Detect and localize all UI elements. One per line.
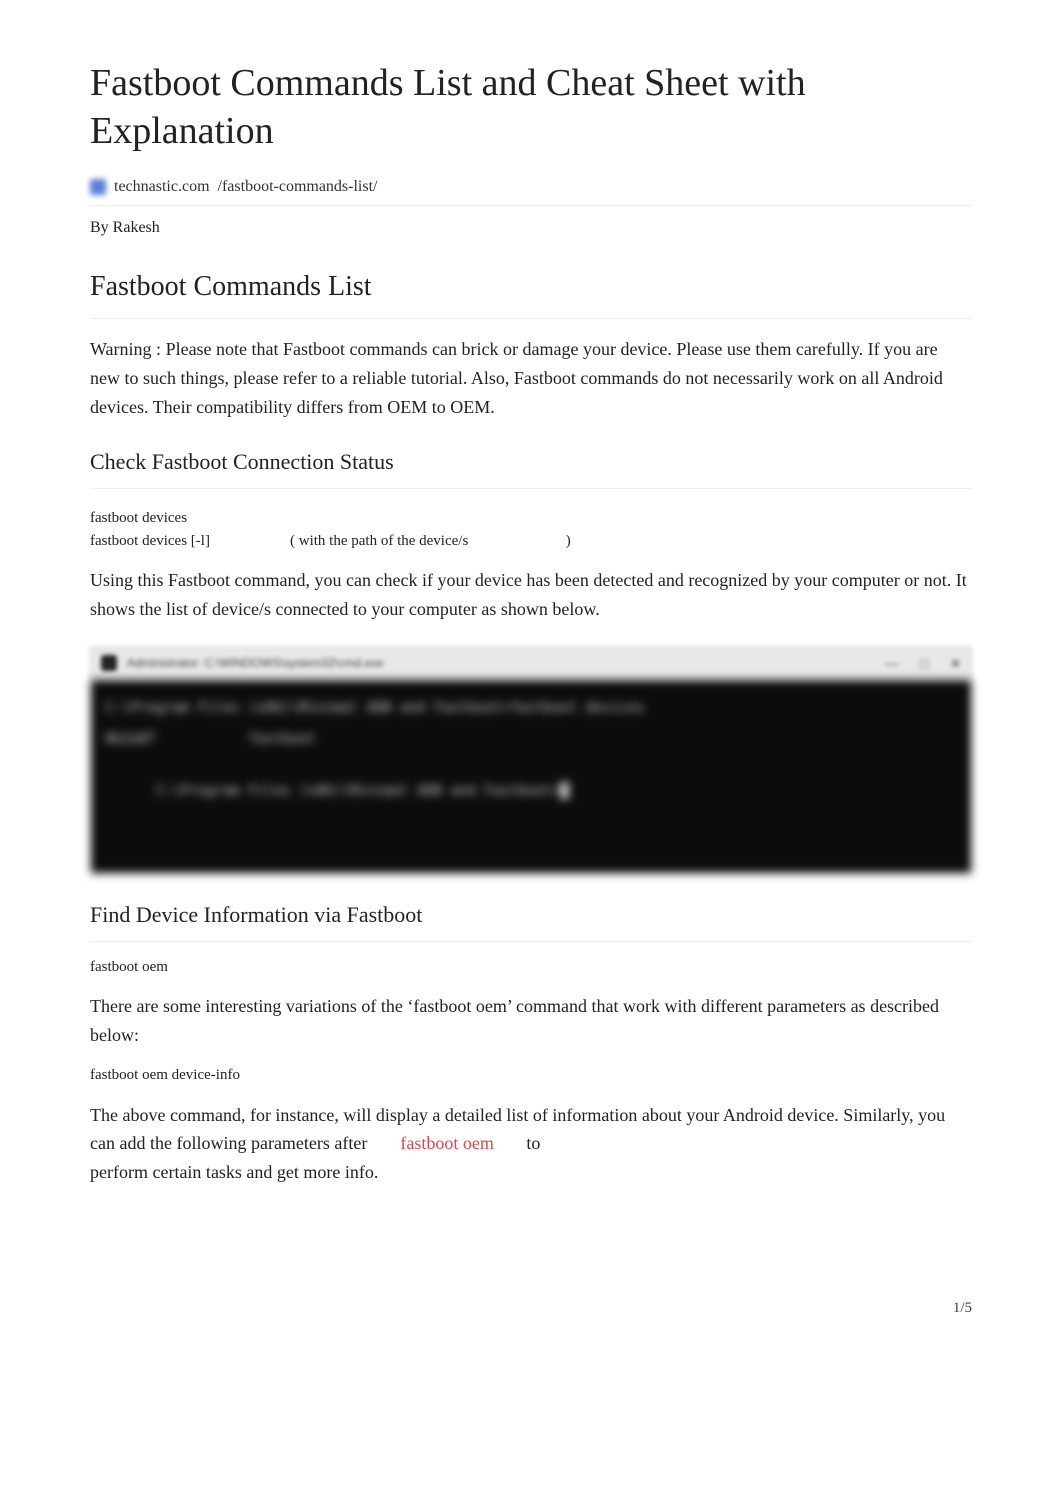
para3-text-c: perform certain tasks and get more info. bbox=[90, 1162, 378, 1182]
command-fastboot-oem: fastboot oem bbox=[90, 956, 972, 979]
cursor-icon bbox=[560, 782, 569, 799]
terminal-title: Administrator: C:\WINDOWS\system32\cmd.e… bbox=[127, 654, 875, 672]
para3-text-b: to bbox=[526, 1133, 540, 1153]
terminal-line-1: C:\Program Files (x86)\Minimal ADB and F… bbox=[105, 698, 957, 719]
inline-code-fastboot-oem: fastboot oem bbox=[400, 1133, 493, 1153]
minimize-icon[interactable]: — bbox=[885, 654, 898, 674]
source-row: technastic.com /fastboot-commands-list/ bbox=[90, 175, 972, 206]
page-number: 1/5 bbox=[90, 1297, 972, 1320]
command-note-close: ) bbox=[566, 533, 571, 549]
terminal-line-3: C:\Program Files (x86)\Minimal ADB and F… bbox=[105, 760, 957, 823]
command-block-1: fastboot devices fastboot devices [-l] (… bbox=[90, 507, 972, 552]
window-controls: — □ ✕ bbox=[885, 654, 961, 674]
command-fastboot-oem-device-info: fastboot oem device-info bbox=[90, 1064, 972, 1087]
site-domain[interactable]: technastic.com bbox=[114, 175, 210, 199]
terminal-screenshot: Administrator: C:\WINDOWS\system32\cmd.e… bbox=[90, 646, 972, 874]
warning-text: Please note that Fastboot commands can b… bbox=[90, 339, 943, 417]
paragraph-oem-variations: There are some interesting variations of… bbox=[90, 992, 972, 1050]
section-heading-commands-list: Fastboot Commands List bbox=[90, 266, 972, 319]
command-fastboot-devices-l: fastboot devices [-l] bbox=[90, 530, 290, 553]
subheading-check-connection: Check Fastboot Connection Status bbox=[90, 445, 972, 489]
site-favicon-icon bbox=[90, 179, 106, 195]
site-path[interactable]: /fastboot-commands-list/ bbox=[218, 175, 378, 199]
maximize-icon[interactable]: □ bbox=[920, 654, 928, 674]
terminal-line-2: 8b2a8f fastboot bbox=[105, 729, 957, 750]
para3-text-a: The above command, for instance, will di… bbox=[90, 1105, 945, 1154]
command-note-text: with the path of the device/s bbox=[299, 533, 469, 549]
command-fastboot-devices: fastboot devices bbox=[90, 507, 972, 530]
command-note-open: ( bbox=[290, 533, 295, 549]
terminal-titlebar: Administrator: C:\WINDOWS\system32\cmd.e… bbox=[90, 646, 972, 680]
author-byline: By Rakesh bbox=[90, 216, 972, 240]
close-icon[interactable]: ✕ bbox=[950, 654, 961, 674]
subheading-device-info: Find Device Information via Fastboot bbox=[90, 898, 972, 942]
page-title: Fastboot Commands List and Cheat Sheet w… bbox=[90, 60, 972, 155]
paragraph-check-connection: Using this Fastboot command, you can che… bbox=[90, 566, 972, 624]
warning-label: Warning bbox=[90, 339, 152, 359]
cmd-icon bbox=[101, 655, 117, 671]
warning-separator: : bbox=[156, 339, 161, 359]
terminal-body: C:\Program Files (x86)\Minimal ADB and F… bbox=[90, 680, 972, 874]
paragraph-above-command: The above command, for instance, will di… bbox=[90, 1101, 972, 1187]
warning-paragraph: Warning : Please note that Fastboot comm… bbox=[90, 335, 972, 421]
